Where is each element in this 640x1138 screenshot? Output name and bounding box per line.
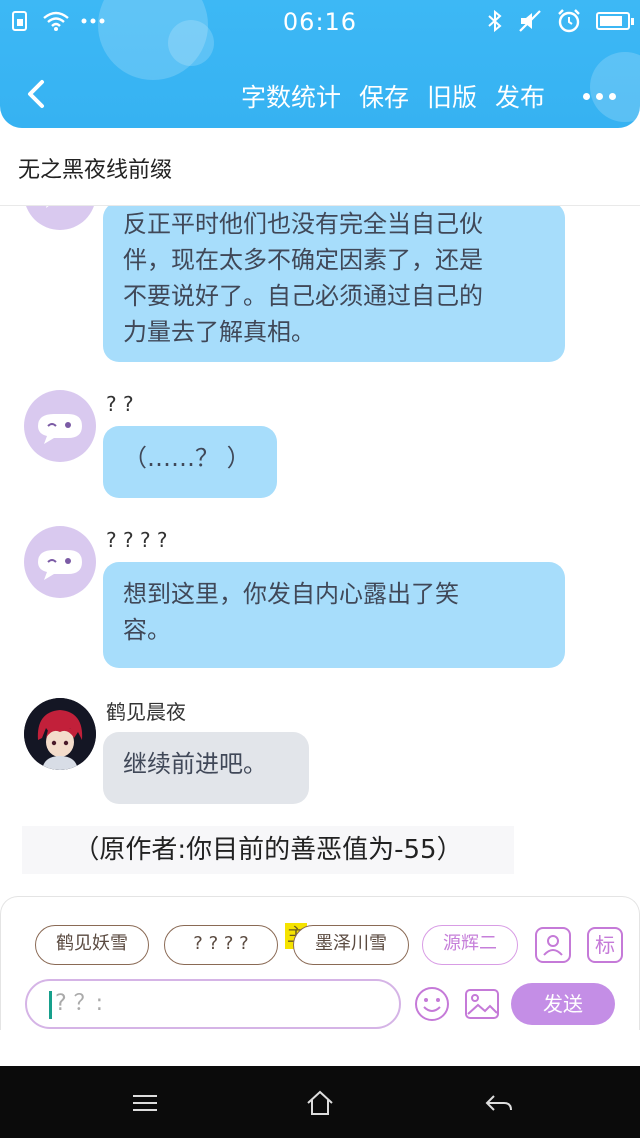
message-input-placeholder: ? ？: [55, 991, 104, 1016]
story-title[interactable]: 无之黑夜线前缀 [18, 152, 172, 184]
status-bar: 06:16 [0, 0, 640, 48]
message-bubble[interactable]: 反正平时他们也没有完全当自己伙 伴，现在太多不确定因素了，还是 不要说好了。自己… [103, 206, 565, 362]
chat-bubble-icon [38, 550, 82, 580]
message-bubble[interactable]: 继续前进吧。 [103, 732, 309, 804]
system-nav-bar [0, 1066, 640, 1138]
sender-name: ? ? [106, 392, 134, 416]
menu-icon[interactable] [130, 1088, 160, 1118]
home-icon[interactable] [305, 1088, 335, 1118]
message-text-line: 继续前进吧。 [123, 750, 267, 778]
message-text-line: 反正平时他们也没有完全当自己伙 [123, 210, 483, 238]
chat-list[interactable]: 反正平时他们也没有完全当自己伙 伴，现在太多不确定因素了，还是 不要说好了。自己… [0, 206, 640, 896]
sender-name: ? ? ? ? [106, 528, 168, 552]
person-icon[interactable] [535, 927, 571, 963]
story-title-bar: 无之黑夜线前缀 [0, 128, 640, 206]
chevron-left-icon [28, 80, 44, 108]
chat-bubble-icon [38, 414, 82, 444]
publish-button[interactable]: 发布 [495, 78, 545, 114]
message-text-line: 伴，现在太多不确定因素了，还是 [123, 246, 483, 274]
character-chip[interactable]: 鹤见妖雪 [35, 925, 149, 965]
word-count-button[interactable]: 字数统计 [241, 78, 341, 114]
avatar[interactable] [24, 390, 96, 462]
character-chip[interactable]: 源辉二 [422, 925, 518, 965]
composer-panel: 鹤见妖雪 ? ? ? ? 主 墨泽川雪 源辉二 标 ? ？: 发送 [0, 896, 640, 1030]
image-icon[interactable] [463, 985, 501, 1023]
avatar[interactable] [24, 698, 96, 770]
back-arrow-icon[interactable] [484, 1088, 514, 1118]
narration-text[interactable]: （原作者:你目前的善恶值为-55） [22, 826, 514, 874]
text-caret [49, 991, 52, 1019]
alarm-icon [558, 9, 580, 33]
message-text-line: （……？ ） [123, 444, 251, 472]
message-input[interactable]: ? ？: [25, 979, 401, 1029]
chat-bubble-icon [46, 206, 49, 208]
message-text-line: 容。 [123, 616, 171, 644]
message-text-line: 不要说好了。自己必须通过自己的 [123, 282, 483, 310]
character-chip[interactable]: ? ? ? ? [164, 925, 278, 965]
avatar[interactable] [24, 526, 96, 598]
avatar[interactable] [24, 206, 96, 230]
message-bubble[interactable]: 想到这里，你发自内心露出了笑 容。 [103, 562, 565, 668]
tag-icon[interactable]: 标 [587, 927, 623, 963]
mute-icon [519, 10, 541, 32]
message-bubble[interactable]: （……？ ） [103, 426, 277, 498]
sender-name: 鹤见晨夜 [106, 700, 186, 724]
message-text-line: 想到这里，你发自内心露出了笑 [123, 580, 459, 608]
emoji-icon[interactable] [413, 985, 451, 1023]
message-text-line: 力量去了解真相。 [123, 318, 315, 346]
character-chip[interactable]: 墨泽川雪 [293, 925, 409, 965]
more-horizontal-icon[interactable] [563, 92, 616, 100]
top-nav: 字数统计 保存 旧版 发布 [0, 64, 640, 124]
bluetooth-icon [488, 9, 502, 33]
app-header: 06:16 字数统计 保存 旧版 发布 [0, 0, 640, 128]
character-portrait-icon [24, 698, 96, 770]
save-button[interactable]: 保存 [359, 78, 409, 114]
send-button[interactable]: 发送 [511, 983, 615, 1025]
back-button[interactable] [16, 74, 56, 114]
old-version-button[interactable]: 旧版 [427, 78, 477, 114]
battery-icon [596, 12, 634, 30]
